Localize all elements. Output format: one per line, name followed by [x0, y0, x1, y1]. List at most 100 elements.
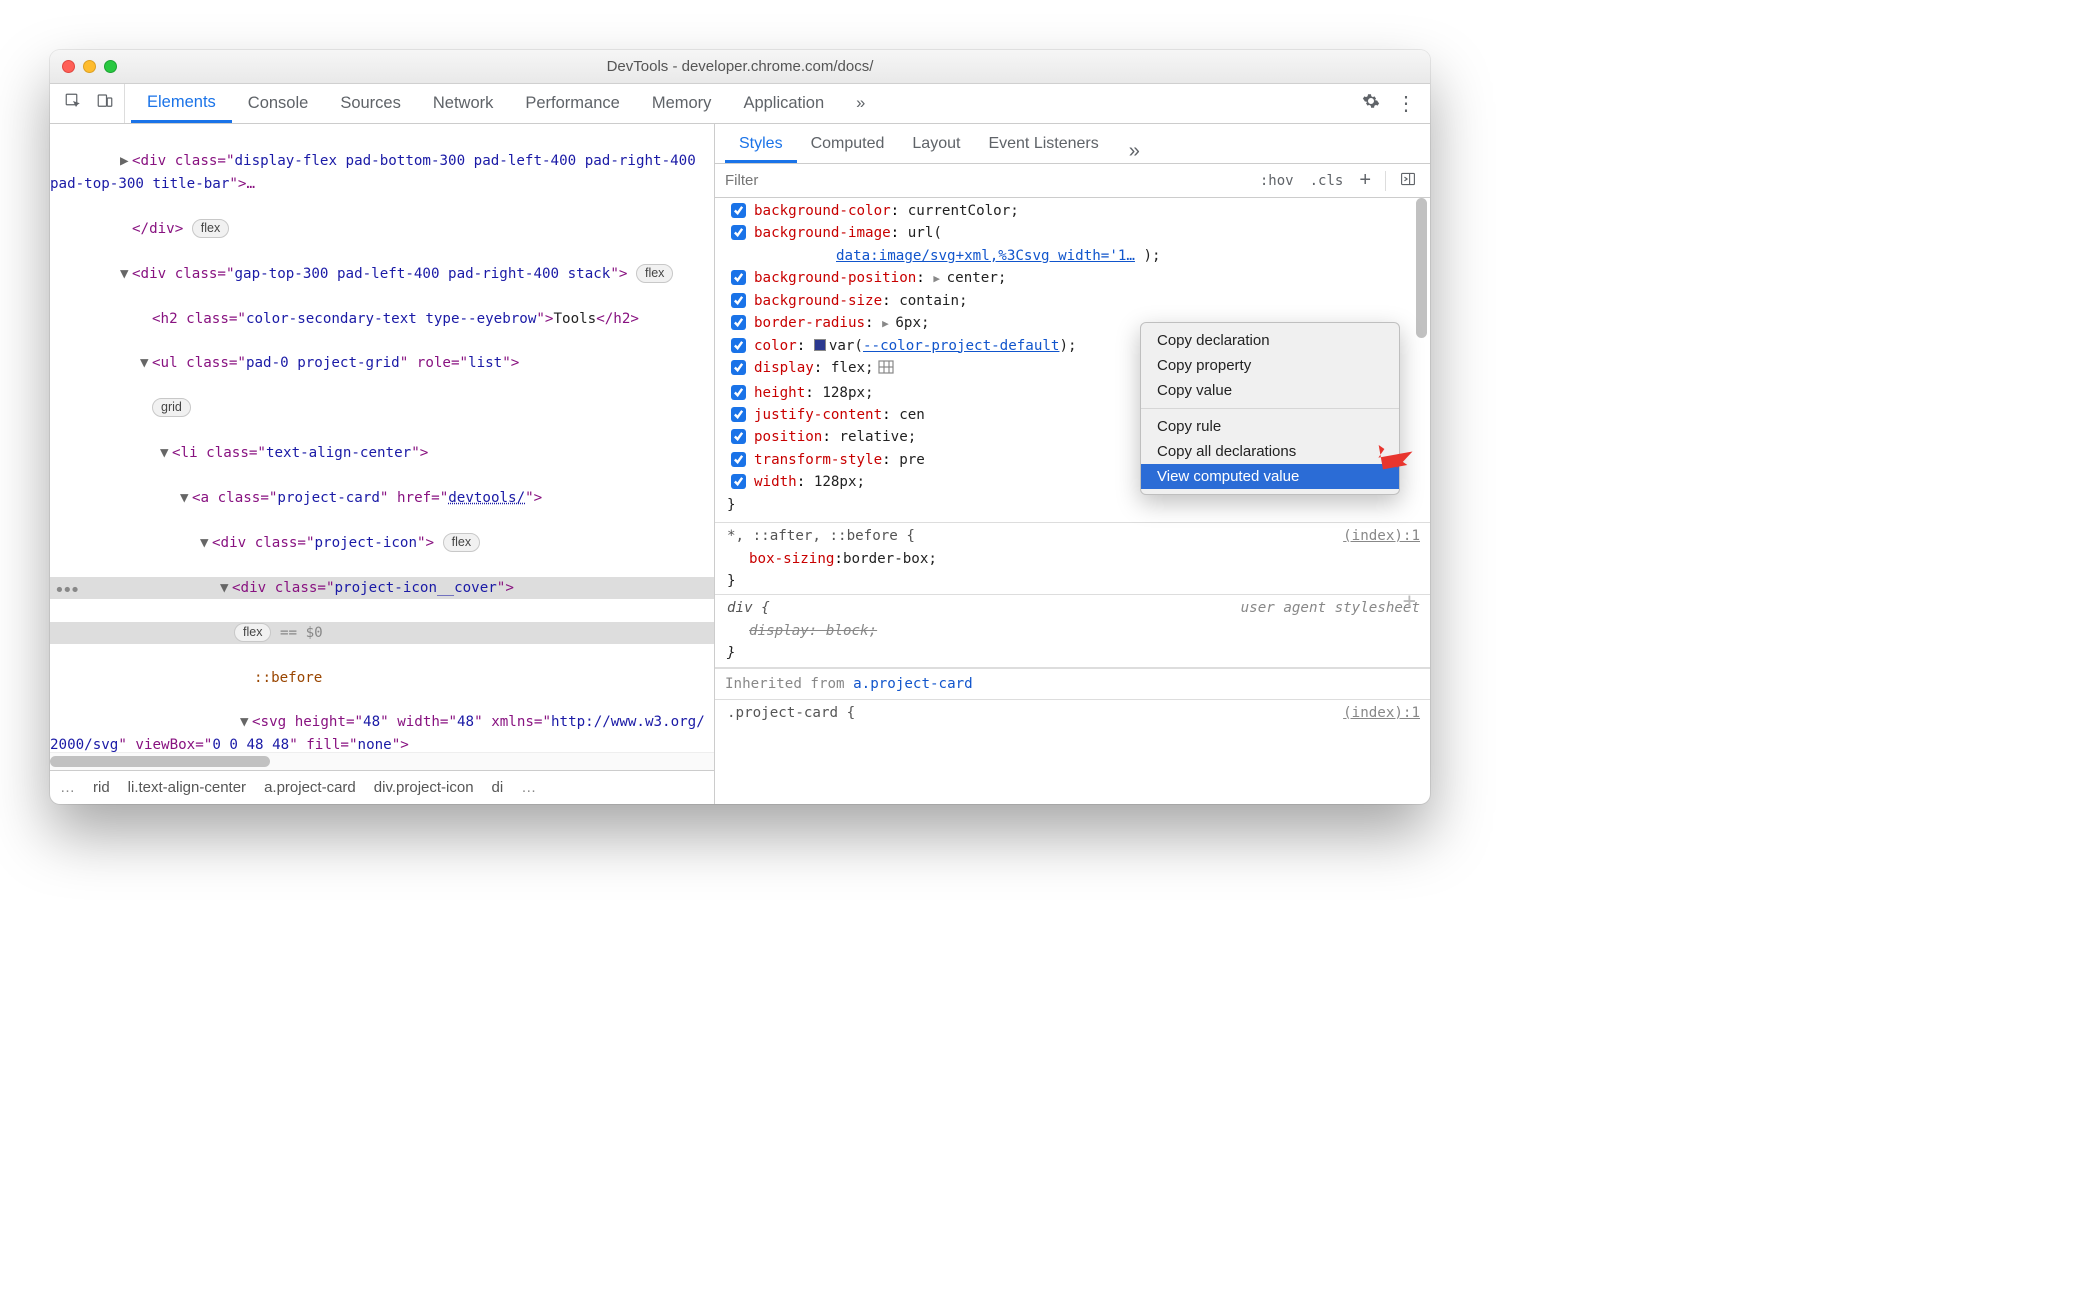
css-declaration[interactable]: background-position: ▶ center; — [727, 267, 1420, 289]
enable-decl-checkbox[interactable] — [731, 293, 746, 308]
ctx-copy-all-declarations[interactable]: Copy all declarations — [1141, 439, 1399, 464]
inherited-link[interactable]: a.project-card — [853, 676, 973, 692]
pseudo-before: ::before — [254, 670, 322, 686]
css-property[interactable]: background-image — [754, 225, 891, 241]
subtab-layout[interactable]: Layout — [898, 127, 974, 163]
console-ref: == $0 — [271, 625, 322, 641]
css-property[interactable]: background-position — [754, 270, 916, 286]
enable-decl-checkbox[interactable] — [731, 360, 746, 375]
tab-elements[interactable]: Elements — [131, 84, 232, 123]
enable-decl-checkbox[interactable] — [731, 385, 746, 400]
dom-tag: <ul class=" — [152, 355, 246, 371]
dom-href[interactable]: devtools/ — [448, 490, 525, 506]
subtab-event-listeners[interactable]: Event Listeners — [974, 127, 1112, 163]
inspect-element-icon[interactable] — [64, 92, 82, 115]
styles-filter-row: :hov .cls + — [715, 164, 1430, 198]
rule-selector: div { — [727, 600, 770, 616]
ctx-copy-property[interactable]: Copy property — [1141, 353, 1399, 378]
layout-badge[interactable]: flex — [636, 264, 673, 283]
enable-decl-checkbox[interactable] — [731, 315, 746, 330]
new-style-rule-icon[interactable]: + — [1353, 167, 1377, 194]
breadcrumb-overflow-left[interactable]: … — [60, 779, 75, 796]
tab-sources[interactable]: Sources — [324, 84, 417, 123]
enable-decl-checkbox[interactable] — [731, 407, 746, 422]
css-property[interactable]: height — [754, 385, 805, 401]
annotation-arrow-icon — [1372, 434, 1414, 486]
breadcrumb-overflow-right[interactable]: … — [521, 779, 536, 796]
tab-console[interactable]: Console — [232, 84, 325, 123]
css-property[interactable]: width — [754, 474, 797, 490]
breadcrumb-item[interactable]: a.project-card — [264, 779, 356, 796]
dom-attrv: project-card — [277, 490, 380, 506]
layout-badge[interactable]: flex — [443, 533, 480, 552]
css-property[interactable]: background-size — [754, 293, 882, 309]
layout-badge[interactable]: flex — [234, 623, 271, 642]
css-property[interactable]: color — [754, 338, 797, 354]
dom-tagend: "> — [536, 311, 553, 327]
rule-origin[interactable]: (index):1 — [1343, 702, 1420, 724]
ctx-view-computed-value[interactable]: View computed value — [1141, 464, 1399, 489]
subtab-styles[interactable]: Styles — [725, 127, 797, 163]
breadcrumb-item[interactable]: li.text-align-center — [128, 779, 246, 796]
device-toolbar-icon[interactable] — [96, 92, 114, 115]
selected-dom-node[interactable]: •••▼<div class="project-icon__cover"> — [50, 577, 714, 599]
filter-hov-button[interactable]: :hov — [1254, 171, 1300, 191]
context-menu: Copy declaration Copy property Copy valu… — [1140, 322, 1400, 495]
dom-text: Tools — [553, 311, 596, 327]
dom-tagend: "> — [502, 355, 519, 371]
dom-tag: <div class=" — [132, 266, 235, 282]
enable-decl-checkbox[interactable] — [731, 474, 746, 489]
css-declaration[interactable]: background-image: url(data:image/svg+xml… — [727, 222, 1420, 267]
enable-decl-checkbox[interactable] — [731, 429, 746, 444]
layout-badge[interactable]: flex — [192, 219, 229, 238]
breadcrumb-item[interactable]: rid — [93, 779, 110, 796]
css-property[interactable]: position — [754, 429, 822, 445]
rule-selector[interactable]: .project-card { — [727, 705, 855, 721]
tab-performance[interactable]: Performance — [509, 84, 635, 123]
settings-icon[interactable] — [1362, 92, 1380, 115]
css-property[interactable]: transform-style — [754, 452, 882, 468]
toggle-sidebar-icon[interactable] — [1394, 169, 1422, 193]
enable-decl-checkbox[interactable] — [731, 270, 746, 285]
styles-body[interactable]: background-color: currentColor;backgroun… — [715, 198, 1430, 804]
enable-decl-checkbox[interactable] — [731, 203, 746, 218]
dom-h-scrollbar[interactable] — [50, 752, 714, 770]
enable-decl-checkbox[interactable] — [731, 225, 746, 240]
dom-tagend: ">… — [229, 176, 255, 192]
tab-application[interactable]: Application — [727, 84, 840, 123]
css-property[interactable]: justify-content — [754, 407, 882, 423]
main-tabs: Elements Console Sources Network Perform… — [50, 84, 1430, 124]
ctx-copy-value[interactable]: Copy value — [1141, 378, 1399, 403]
rule-close-brace: } — [727, 494, 1420, 516]
css-property[interactable]: box-sizing — [749, 548, 834, 570]
css-declaration[interactable]: background-color: currentColor; — [727, 200, 1420, 222]
css-value[interactable]: border-box; — [843, 548, 937, 570]
rule-selector[interactable]: *, ::after, ::before { — [727, 528, 915, 544]
dom-tagend: "> — [417, 535, 434, 551]
css-declaration[interactable]: background-size: contain; — [727, 290, 1420, 312]
dom-breadcrumb[interactable]: … rid li.text-align-center a.project-car… — [50, 770, 714, 804]
tab-memory[interactable]: Memory — [636, 84, 728, 123]
enable-decl-checkbox[interactable] — [731, 338, 746, 353]
ctx-copy-declaration[interactable]: Copy declaration — [1141, 328, 1399, 353]
enable-decl-checkbox[interactable] — [731, 452, 746, 467]
tabs-overflow[interactable]: » — [840, 84, 881, 123]
rule-origin[interactable]: (index):1 — [1343, 525, 1420, 547]
layout-badge[interactable]: grid — [152, 398, 191, 417]
dom-tag: <a class=" — [192, 490, 277, 506]
ctx-copy-rule[interactable]: Copy rule — [1141, 414, 1399, 439]
window-titlebar: DevTools - developer.chrome.com/docs/ — [50, 50, 1430, 84]
breadcrumb-item[interactable]: di — [492, 779, 504, 796]
tab-network[interactable]: Network — [417, 84, 510, 123]
css-property[interactable]: border-radius — [754, 315, 865, 331]
subtab-computed[interactable]: Computed — [797, 127, 899, 163]
breadcrumb-item[interactable]: div.project-icon — [374, 779, 474, 796]
dom-tree[interactable]: ▶<div class="display-flex pad-bottom-300… — [50, 124, 714, 752]
subtabs-overflow[interactable]: » — [1121, 140, 1148, 163]
filter-cls-button[interactable]: .cls — [1304, 171, 1350, 191]
css-property[interactable]: display — [754, 360, 814, 376]
more-menu-icon[interactable]: ⋮ — [1396, 91, 1416, 116]
styles-filter-input[interactable] — [715, 166, 1254, 195]
css-property[interactable]: background-color — [754, 203, 891, 219]
styles-v-scrollbar[interactable] — [1412, 198, 1430, 804]
